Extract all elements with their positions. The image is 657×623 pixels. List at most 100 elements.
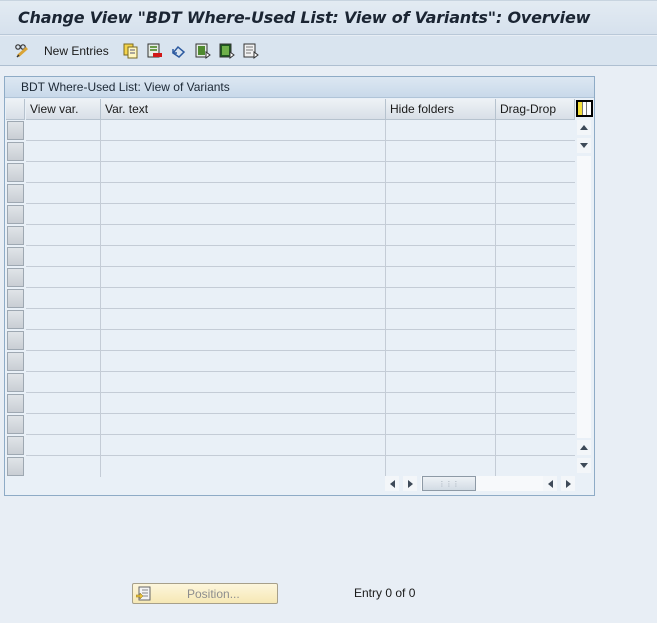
table-cell-var-text[interactable]	[101, 330, 386, 351]
undo-button[interactable]	[171, 42, 187, 60]
table-cell-view-var[interactable]	[26, 309, 101, 330]
column-header-var-text[interactable]: Var. text	[101, 99, 386, 120]
scroll-page-up-button[interactable]	[577, 440, 591, 455]
table-cell-drag-drop[interactable]	[496, 225, 575, 246]
table-cell-hide-folders[interactable]	[386, 456, 496, 477]
table-cell-drag-drop[interactable]	[496, 456, 575, 477]
column-header-view-var[interactable]: View var.	[26, 99, 101, 120]
table-cell-view-var[interactable]	[26, 414, 101, 435]
table-cell-view-var[interactable]	[26, 225, 101, 246]
row-selector[interactable]	[7, 142, 24, 161]
table-cell-hide-folders[interactable]	[386, 225, 496, 246]
row-selector[interactable]	[7, 184, 24, 203]
table-cell-view-var[interactable]	[26, 456, 101, 477]
table-cell-var-text[interactable]	[101, 183, 386, 204]
table-cell-drag-drop[interactable]	[496, 414, 575, 435]
table-cell-drag-drop[interactable]	[496, 435, 575, 456]
table-cell-var-text[interactable]	[101, 162, 386, 183]
table-cell-drag-drop[interactable]	[496, 393, 575, 414]
table-cell-view-var[interactable]	[26, 120, 101, 141]
table-cell-drag-drop[interactable]	[496, 246, 575, 267]
table-cell-var-text[interactable]	[101, 288, 386, 309]
table-cell-drag-drop[interactable]	[496, 351, 575, 372]
table-cell-view-var[interactable]	[26, 330, 101, 351]
table-cell-var-text[interactable]	[101, 267, 386, 288]
row-selector[interactable]	[7, 268, 24, 287]
table-cell-view-var[interactable]	[26, 162, 101, 183]
deselect-all-button[interactable]	[243, 42, 259, 60]
scroll-left-button[interactable]	[385, 476, 399, 491]
row-selector[interactable]	[7, 163, 24, 182]
table-cell-drag-drop[interactable]	[496, 141, 575, 162]
row-selector[interactable]	[7, 415, 24, 434]
table-cell-var-text[interactable]	[101, 393, 386, 414]
table-cell-hide-folders[interactable]	[386, 120, 496, 141]
table-cell-hide-folders[interactable]	[386, 141, 496, 162]
new-entries-button[interactable]: New Entries	[14, 42, 109, 60]
table-cell-drag-drop[interactable]	[496, 309, 575, 330]
select-all-button[interactable]	[195, 42, 211, 60]
column-header-hide-folders[interactable]: Hide folders	[386, 99, 496, 120]
table-cell-hide-folders[interactable]	[386, 288, 496, 309]
row-selector[interactable]	[7, 289, 24, 308]
row-selector[interactable]	[7, 310, 24, 329]
table-cell-hide-folders[interactable]	[386, 246, 496, 267]
table-cell-var-text[interactable]	[101, 309, 386, 330]
row-selector[interactable]	[7, 205, 24, 224]
table-cell-hide-folders[interactable]	[386, 183, 496, 204]
row-selector[interactable]	[7, 457, 24, 476]
table-cell-hide-folders[interactable]	[386, 351, 496, 372]
table-cell-view-var[interactable]	[26, 267, 101, 288]
table-cell-view-var[interactable]	[26, 393, 101, 414]
horizontal-scrollbar[interactable]: ⋮⋮⋮	[385, 476, 575, 492]
row-selector[interactable]	[7, 436, 24, 455]
table-cell-drag-drop[interactable]	[496, 162, 575, 183]
table-cell-hide-folders[interactable]	[386, 309, 496, 330]
table-cell-view-var[interactable]	[26, 246, 101, 267]
horizontal-scroll-thumb[interactable]: ⋮⋮⋮	[422, 476, 476, 491]
table-cell-view-var[interactable]	[26, 372, 101, 393]
table-cell-drag-drop[interactable]	[496, 120, 575, 141]
delete-button[interactable]	[147, 42, 163, 60]
row-selector[interactable]	[7, 352, 24, 371]
table-cell-var-text[interactable]	[101, 246, 386, 267]
table-cell-view-var[interactable]	[26, 351, 101, 372]
scroll-far-right-button[interactable]	[561, 476, 575, 491]
scroll-page-down-button[interactable]	[577, 458, 591, 473]
table-cell-var-text[interactable]	[101, 225, 386, 246]
table-cell-drag-drop[interactable]	[496, 330, 575, 351]
table-cell-view-var[interactable]	[26, 204, 101, 225]
table-cell-hide-folders[interactable]	[386, 204, 496, 225]
table-cell-drag-drop[interactable]	[496, 372, 575, 393]
table-cell-drag-drop[interactable]	[496, 204, 575, 225]
select-all-rows-button[interactable]	[6, 99, 25, 120]
table-cell-var-text[interactable]	[101, 120, 386, 141]
table-cell-drag-drop[interactable]	[496, 183, 575, 204]
table-settings-icon[interactable]	[576, 100, 593, 117]
table-cell-view-var[interactable]	[26, 141, 101, 162]
table-cell-var-text[interactable]	[101, 372, 386, 393]
scroll-right-button[interactable]	[403, 476, 417, 491]
table-cell-drag-drop[interactable]	[496, 267, 575, 288]
table-cell-var-text[interactable]	[101, 204, 386, 225]
row-selector[interactable]	[7, 247, 24, 266]
table-cell-hide-folders[interactable]	[386, 162, 496, 183]
table-cell-var-text[interactable]	[101, 141, 386, 162]
table-cell-view-var[interactable]	[26, 183, 101, 204]
table-cell-view-var[interactable]	[26, 288, 101, 309]
table-cell-var-text[interactable]	[101, 351, 386, 372]
row-selector[interactable]	[7, 331, 24, 350]
row-selector[interactable]	[7, 394, 24, 413]
table-cell-var-text[interactable]	[101, 414, 386, 435]
position-button[interactable]: Position...	[132, 583, 278, 604]
table-cell-var-text[interactable]	[101, 456, 386, 477]
select-block-button[interactable]	[219, 42, 235, 60]
vertical-scrollbar[interactable]	[575, 120, 593, 474]
table-cell-hide-folders[interactable]	[386, 267, 496, 288]
copy-button[interactable]	[123, 42, 139, 60]
scroll-down-button[interactable]	[577, 138, 591, 153]
table-cell-hide-folders[interactable]	[386, 330, 496, 351]
column-header-drag-drop[interactable]: Drag-Drop	[496, 99, 575, 120]
scroll-up-button[interactable]	[577, 120, 591, 135]
row-selector[interactable]	[7, 121, 24, 140]
